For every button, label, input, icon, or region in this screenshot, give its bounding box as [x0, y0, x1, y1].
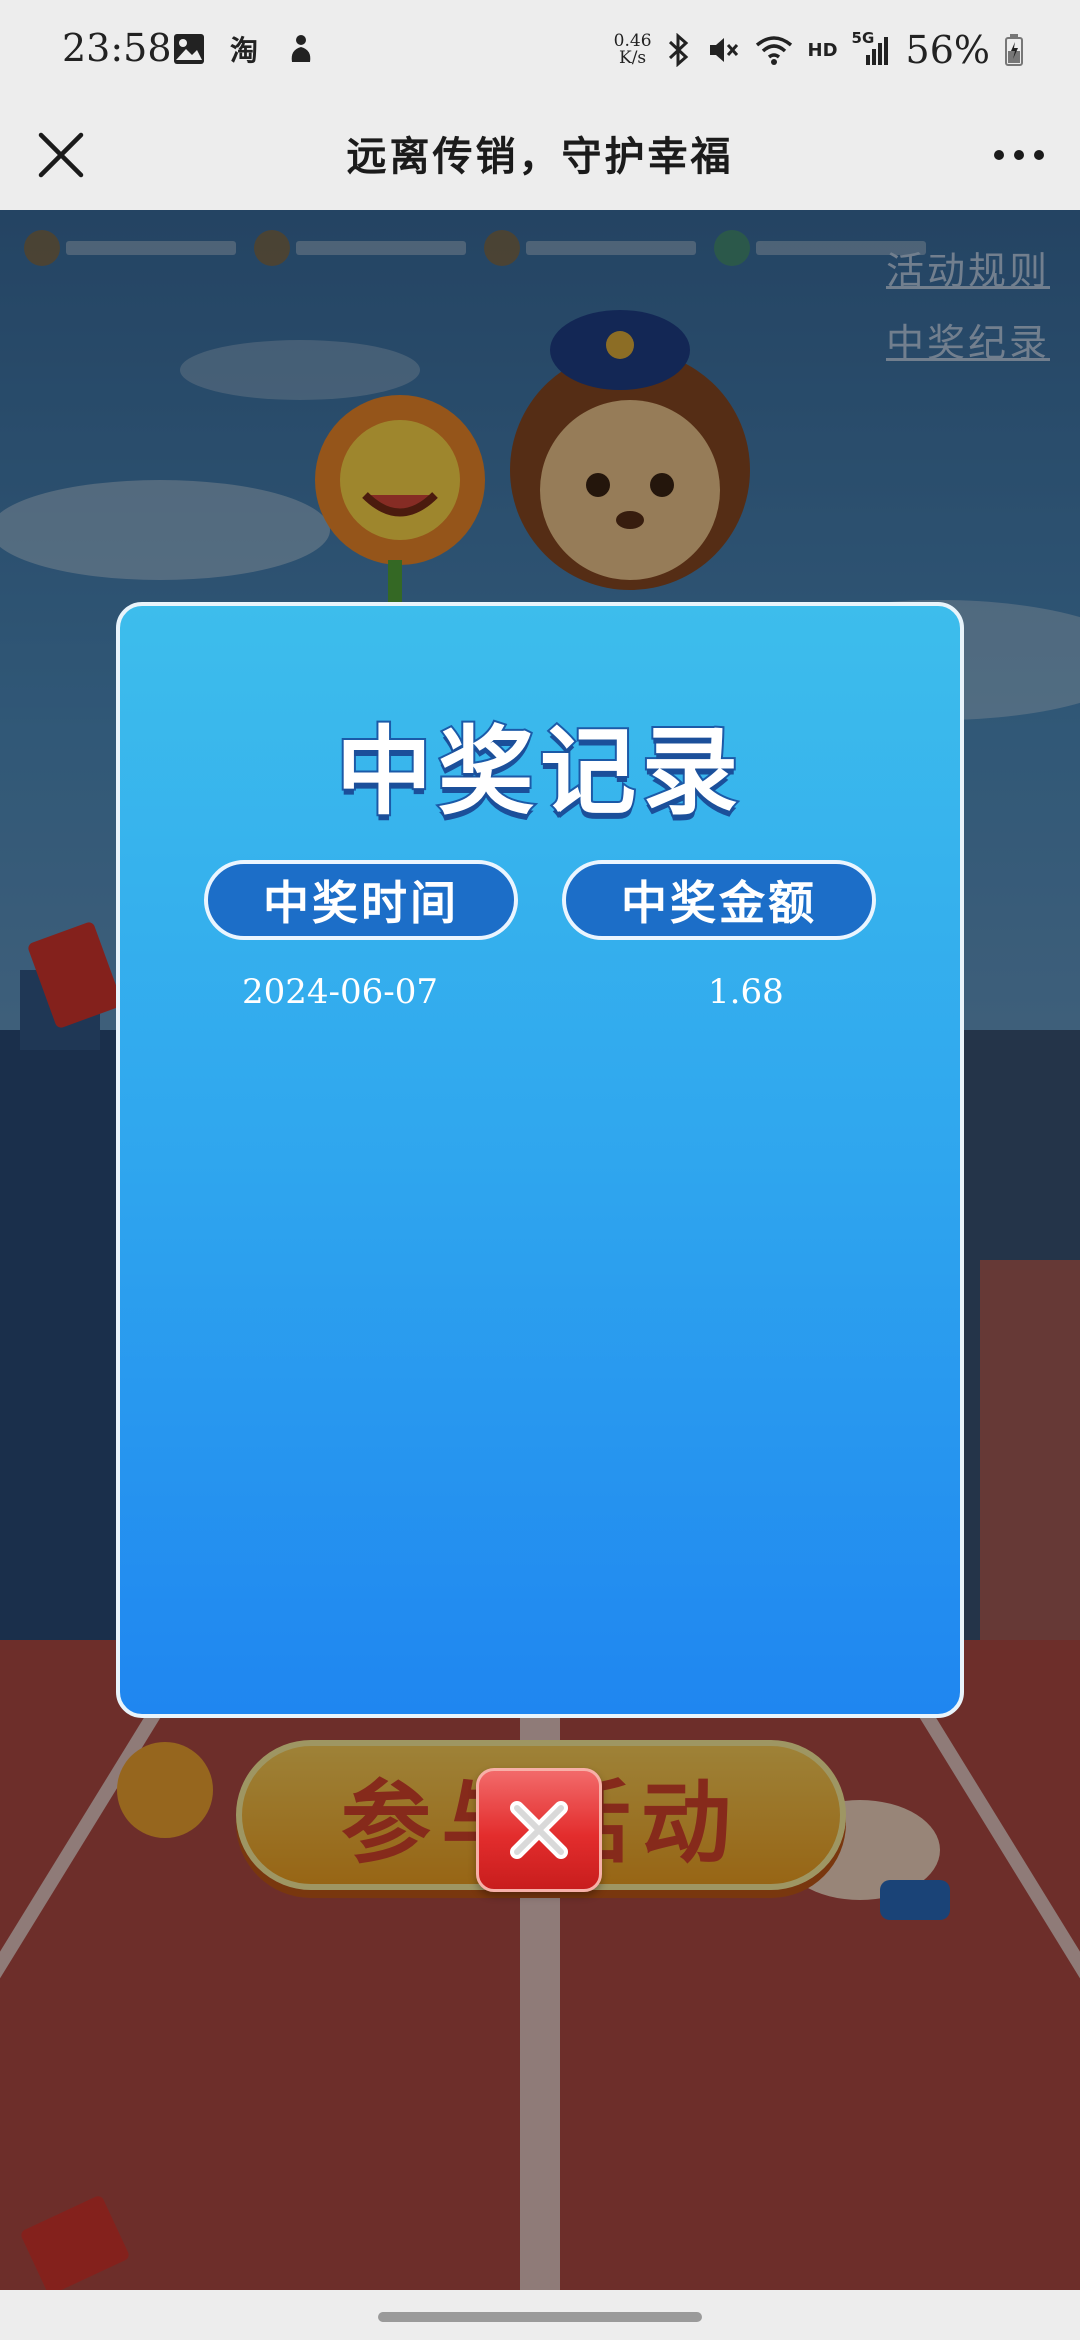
time-column-header: 中奖时间: [204, 860, 518, 940]
activity-page: 活动规则 中奖纪录 参与活动 中奖记录 中奖时间 中奖金额 2024-06-07…: [0, 210, 1080, 2290]
notification-icons: 淘: [172, 32, 318, 66]
status-bar: 23:58 淘 0.46 K/s HD 5G 56%: [0, 0, 1080, 100]
mute-icon: [709, 38, 738, 62]
system-gesture-area: [0, 2290, 1080, 2340]
record-date: 2024-06-07: [242, 972, 439, 1012]
app-icon: [291, 35, 311, 62]
bluetooth-icon: [668, 33, 688, 67]
home-indicator[interactable]: [378, 2312, 702, 2322]
winning-records-modal: 中奖记录 中奖时间 中奖金额 2024-06-07 1.68: [116, 602, 964, 1718]
amount-column-header: 中奖金额: [562, 860, 876, 940]
signal-icon: [865, 37, 888, 65]
network-speed-unit: K/s: [619, 48, 647, 68]
image-icon: [174, 34, 204, 64]
record-row: 2024-06-07 1.68: [120, 964, 960, 1024]
svg-text:淘: 淘: [230, 34, 258, 66]
battery-percent: 56%: [905, 28, 990, 72]
cellular-signal: 5G: [852, 29, 892, 67]
system-status: 0.46 K/s HD 5G 56%: [614, 28, 1024, 72]
close-x-icon: [510, 1801, 568, 1859]
hd-indicator: HD: [807, 39, 838, 61]
taobao-icon: 淘: [230, 34, 258, 66]
network-speed: 0.46 K/s: [614, 33, 652, 67]
webview-nav-bar: 远离传销，守护幸福: [0, 100, 1080, 210]
more-options-icon[interactable]: [984, 120, 1054, 190]
modal-title: 中奖记录: [334, 714, 744, 830]
clock: 23:58: [62, 26, 172, 70]
modal-close-button[interactable]: [476, 1768, 602, 1892]
battery-icon: [1005, 34, 1023, 66]
page-title: 远离传销，守护幸福: [346, 133, 734, 180]
wifi-icon: [755, 36, 792, 65]
record-amount: 1.68: [708, 972, 784, 1012]
